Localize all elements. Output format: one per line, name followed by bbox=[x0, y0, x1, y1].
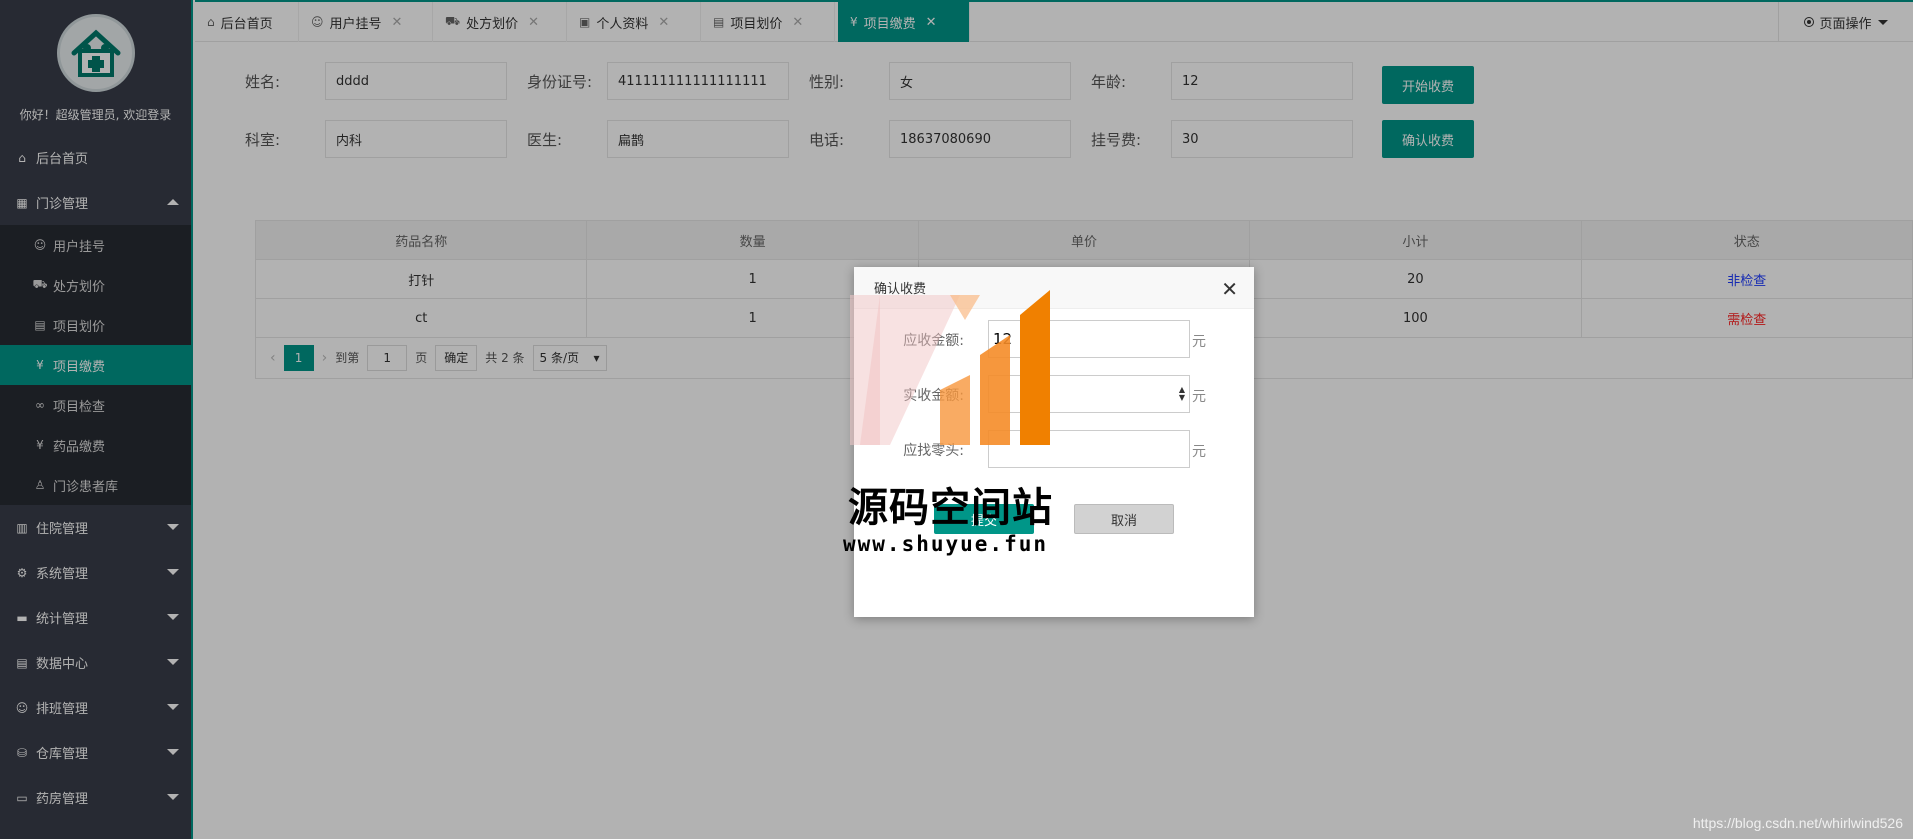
unit-label: 元 bbox=[1192, 444, 1206, 460]
unit-label: 元 bbox=[1192, 389, 1206, 405]
unit-label: 元 bbox=[1192, 334, 1206, 350]
csdn-watermark: https://blog.csdn.net/whirlwind526 bbox=[1692, 815, 1903, 831]
watermark-text: 源码空间站 bbox=[848, 485, 1053, 531]
spinner-icon[interactable]: ▲ ▼ bbox=[1179, 386, 1185, 402]
close-icon[interactable]: ✕ bbox=[1221, 277, 1238, 301]
watermark-url: www.shuyue.fun bbox=[843, 532, 1049, 556]
